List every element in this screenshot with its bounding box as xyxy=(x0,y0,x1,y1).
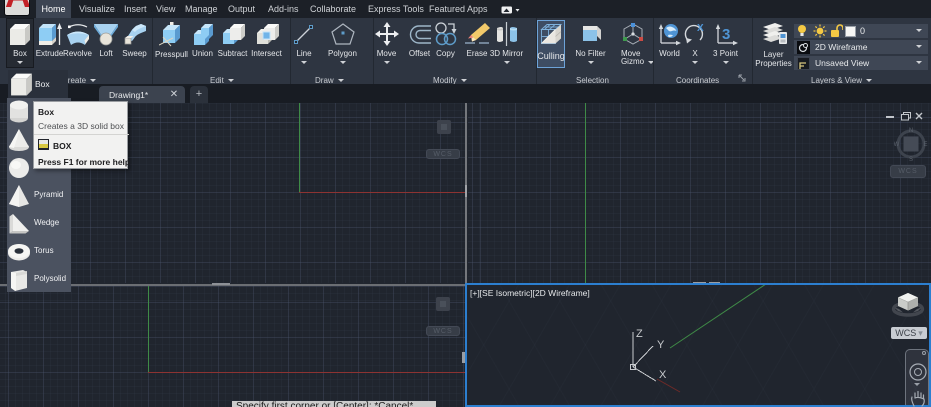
svg-text:3: 3 xyxy=(722,26,730,43)
svg-text:E: E xyxy=(923,142,927,148)
svg-text:Y: Y xyxy=(657,339,665,351)
svg-text:Z: Z xyxy=(636,328,643,340)
svg-text:X: X xyxy=(659,369,667,381)
svg-text:X: X xyxy=(697,23,704,34)
svg-text:W: W xyxy=(894,142,900,148)
svg-text:N: N xyxy=(909,128,913,134)
svg-text:S: S xyxy=(909,157,913,162)
